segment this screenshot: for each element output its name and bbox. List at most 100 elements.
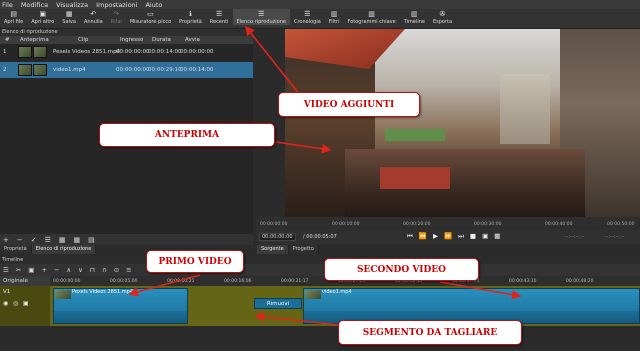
playlist-row-selected[interactable]: 2 video1.mp4 00:00:00:00 00:00:29:10 00:… <box>0 62 253 78</box>
callout-segmento: SEGMENTO DA TAGLIARE <box>338 320 522 345</box>
peak-meter-button[interactable]: ▭ Misuratore picco <box>126 9 175 25</box>
left-tabs: Proprietà Elenco di riproduzione <box>0 245 97 254</box>
ruler-tick: 00:00:21:17 <box>281 279 309 284</box>
tab-properties[interactable]: Proprietà <box>0 245 32 254</box>
play-icon[interactable]: ▶ <box>433 232 438 241</box>
volume-icon[interactable]: ▦ <box>494 232 500 241</box>
menu-bar: File Modifica Visualizza Impostazioni Ai… <box>0 0 640 9</box>
save-button[interactable]: ▦ Salva <box>58 9 80 25</box>
remove-icon[interactable]: − <box>17 236 23 244</box>
fast-forward-icon[interactable]: ⏩ <box>444 232 452 241</box>
col-start[interactable]: Avvia <box>185 37 200 43</box>
clip-thumbnail <box>33 64 47 76</box>
ripple-icon[interactable]: ≡ <box>126 266 131 274</box>
overwrite-icon[interactable]: ∨ <box>78 266 83 274</box>
col-clip[interactable]: Clip <box>78 37 88 43</box>
redo-button[interactable]: ↷ Rifai <box>107 9 126 25</box>
stop-icon[interactable]: ■ <box>470 232 476 241</box>
details-view-icon[interactable]: ☰ <box>45 236 51 244</box>
filters-button[interactable]: ▥ Filtri <box>325 9 344 25</box>
snap-icon[interactable]: ∩ <box>102 266 107 274</box>
scrub-icon[interactable]: ⊙ <box>114 266 119 274</box>
menu-settings[interactable]: Impostazioni <box>96 1 137 9</box>
lock-icon[interactable]: ▣ <box>23 300 29 307</box>
tab-source[interactable]: Sorgente <box>257 245 289 254</box>
append-icon[interactable]: + <box>41 266 46 274</box>
grid-icon[interactable]: ▣ <box>482 232 488 241</box>
clip-thumbnail <box>18 64 32 76</box>
timeline-clip-2[interactable]: video1.mp4 <box>303 288 640 324</box>
peak-meter-icon: ▭ <box>147 10 154 18</box>
timeline-clip-1[interactable]: Pexels Videos 2851.mp4 <box>53 288 188 324</box>
history-icon: ☰ <box>304 10 311 18</box>
track-header-v1[interactable]: V1 ◉ ◎ ▣ <box>0 286 50 326</box>
timeline-title: Timeline <box>0 257 640 264</box>
playlist-button[interactable]: ☰ Elenco riproduzione <box>232 9 290 25</box>
open-other-label: Apri altro <box>31 19 55 25</box>
add-icon[interactable]: + <box>3 236 9 244</box>
audio-waveform <box>54 311 187 323</box>
cut-icon[interactable]: ✂ <box>16 266 21 274</box>
lift-icon[interactable]: ∧ <box>66 266 71 274</box>
mute-icon[interactable]: ◉ <box>3 300 8 307</box>
timeline-menu-icon[interactable]: ☰ <box>3 266 9 274</box>
remove-context-button[interactable]: Rimuovi <box>254 298 302 309</box>
in-point: --:--:--:-- <box>565 234 585 240</box>
icons-view-icon[interactable]: ▦ <box>74 236 81 244</box>
tab-playlist[interactable]: Elenco di riproduzione <box>31 245 97 254</box>
open-file-button[interactable]: ▤ Apri file <box>0 9 27 25</box>
menu-icon[interactable]: ▤ <box>88 236 95 244</box>
row-num: 2 <box>3 67 7 73</box>
col-in[interactable]: Ingresso <box>120 37 143 43</box>
copy-icon[interactable]: ▣ <box>28 266 34 274</box>
clip-label: Pexels Videos 2851.mp4 <box>72 289 134 295</box>
playlist-title: Elenco di riproduzione <box>0 29 253 36</box>
row-start: 00:00:14:00 <box>180 67 214 73</box>
rewind-icon[interactable]: ⏪ <box>419 232 427 241</box>
preview-ruler[interactable]: 00:00:00:00 00:00:10:00 00:00:20:00 00:0… <box>257 217 640 230</box>
timeline-button[interactable]: ▥ Timeline <box>400 9 429 25</box>
clip-label: video1.mp4 <box>322 289 352 295</box>
skip-end-icon[interactable]: ⏭ <box>458 232 464 241</box>
preview-frame-part <box>380 167 450 189</box>
open-file-label: Apri file <box>4 19 24 25</box>
menu-edit[interactable]: Modifica <box>21 1 48 9</box>
playlist-row[interactable]: 1 Pexels Videos 2851.mp4 00:00:00:00 00:… <box>0 44 253 60</box>
out-point: --:--:--:-- <box>605 234 625 240</box>
row-dur: 00:00:14:00 <box>148 49 182 55</box>
history-button[interactable]: ☰ Cronologia <box>290 9 325 25</box>
menu-help[interactable]: Aiuto <box>145 1 162 9</box>
menu-file[interactable]: File <box>2 1 13 9</box>
peak-meter-label: Misuratore picco <box>129 19 172 25</box>
keyframes-button[interactable]: ▥ Fotogrammi chiave <box>344 9 400 25</box>
remove-icon[interactable]: − <box>54 266 59 274</box>
menu-view[interactable]: Visualizza <box>56 1 88 9</box>
properties-button[interactable]: ℹ Proprietà <box>175 9 206 25</box>
update-icon[interactable]: ✓ <box>31 236 37 244</box>
timecode-input[interactable]: 00:00:00:00 <box>259 233 296 241</box>
col-dur[interactable]: Durata <box>152 37 171 43</box>
ruler-tick: 00:00:00:00 <box>260 222 288 227</box>
col-num[interactable]: # <box>5 37 10 43</box>
transport-bar: 00:00:00:00 / 00:00:05:07 ⏮ ⏪ ▶ ⏩ ⏭ ■ ▣ … <box>257 230 640 244</box>
export-button[interactable]: ✇ Esporta <box>429 9 456 25</box>
undo-button[interactable]: ↶ Annulla <box>80 9 107 25</box>
hide-icon[interactable]: ◎ <box>13 300 18 307</box>
split-icon[interactable]: ⊓ <box>90 266 95 274</box>
skip-start-icon[interactable]: ⏮ <box>407 232 413 241</box>
video-preview[interactable] <box>285 29 640 217</box>
timeline-label: Timeline <box>403 19 425 25</box>
clip-thumbnail <box>55 290 71 299</box>
row-clip: video1.mp4 <box>53 67 86 73</box>
tab-project[interactable]: Progetto <box>288 245 319 254</box>
timeline-empty-area <box>0 326 640 351</box>
preview-tabs: Sorgente Progetto <box>257 245 319 254</box>
tiles-view-icon[interactable]: ▦ <box>59 236 66 244</box>
recent-button[interactable]: ☰ Recenti <box>206 9 233 25</box>
undo-icon: ↶ <box>90 10 97 18</box>
col-thumb[interactable]: Anteprima <box>20 37 49 43</box>
playlist-header: # Anteprima Clip Ingresso Durata Avvia <box>0 36 253 44</box>
ruler-tick: 00:00:48:20 <box>566 279 594 284</box>
filters-icon: ▥ <box>330 10 338 18</box>
open-other-button[interactable]: ▣ Apri altro <box>27 9 58 25</box>
